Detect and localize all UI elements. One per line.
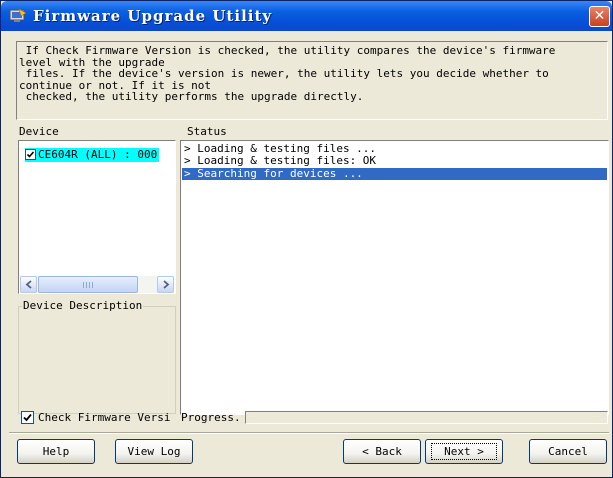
device-list-item[interactable]: CE604R (ALL) : 000 (25, 148, 160, 162)
chevron-right-icon (163, 280, 170, 289)
view-log-button-label: View Log (127, 445, 181, 458)
check-firmware-label: Check Firmware Versi (38, 411, 171, 424)
close-button[interactable]: ✕ (589, 6, 610, 27)
instructions-text: If Check Firmware Version is checked, th… (16, 41, 608, 120)
device-description-group: Device Description (18, 299, 176, 414)
help-button[interactable]: Help (17, 439, 95, 464)
device-label: Device (19, 125, 59, 138)
next-button-label: Next > (431, 443, 497, 460)
view-log-button[interactable]: View Log (115, 439, 193, 464)
device-list[interactable]: CE604R (ALL) : 000 (18, 140, 176, 294)
status-label: Status (187, 125, 227, 138)
status-line: > Loading & testing files: OK (184, 154, 377, 167)
close-icon: ✕ (593, 8, 606, 24)
help-button-label: Help (42, 445, 70, 458)
scroll-thumb[interactable] (38, 276, 138, 293)
cancel-button[interactable]: Cancel (529, 439, 607, 464)
device-item-label: CE604R (ALL) : 000 (38, 148, 158, 161)
check-mark-icon (23, 413, 32, 422)
footer-divider (9, 432, 609, 434)
next-button[interactable]: Next > (425, 439, 503, 464)
progress-bar (245, 411, 608, 424)
chevron-left-icon (25, 280, 32, 289)
scroll-grip (83, 282, 93, 288)
status-line-selected[interactable]: > Searching for devices ... (182, 168, 607, 180)
firmware-upgrade-window: Firmware Upgrade Utility ✕ If Check Firm… (0, 0, 613, 478)
scroll-left-button[interactable] (20, 276, 37, 293)
cancel-button-label: Cancel (548, 445, 588, 458)
check-firmware-option[interactable]: Check Firmware Versi (21, 411, 170, 425)
title-bar[interactable]: Firmware Upgrade Utility ✕ (1, 1, 612, 31)
status-list[interactable]: > Loading & testing files ... > Loading … (180, 140, 609, 415)
scroll-right-button[interactable] (157, 276, 174, 293)
device-checkbox[interactable] (25, 149, 36, 160)
window-title: Firmware Upgrade Utility (33, 7, 273, 25)
back-button-label: < Back (362, 445, 402, 458)
back-button[interactable]: < Back (343, 439, 421, 464)
check-mark-icon (26, 151, 35, 158)
device-list-scrollbar[interactable] (20, 276, 174, 293)
device-description-label: Device Description (22, 299, 144, 313)
progress-label: Progress. (181, 411, 241, 424)
instructions-line: If Check Firmware Version is checked, th… (19, 44, 556, 57)
instructions-line: checked, the utility performs the upgrad… (19, 90, 364, 104)
firmware-app-icon (9, 8, 27, 24)
check-firmware-checkbox[interactable] (21, 411, 34, 424)
